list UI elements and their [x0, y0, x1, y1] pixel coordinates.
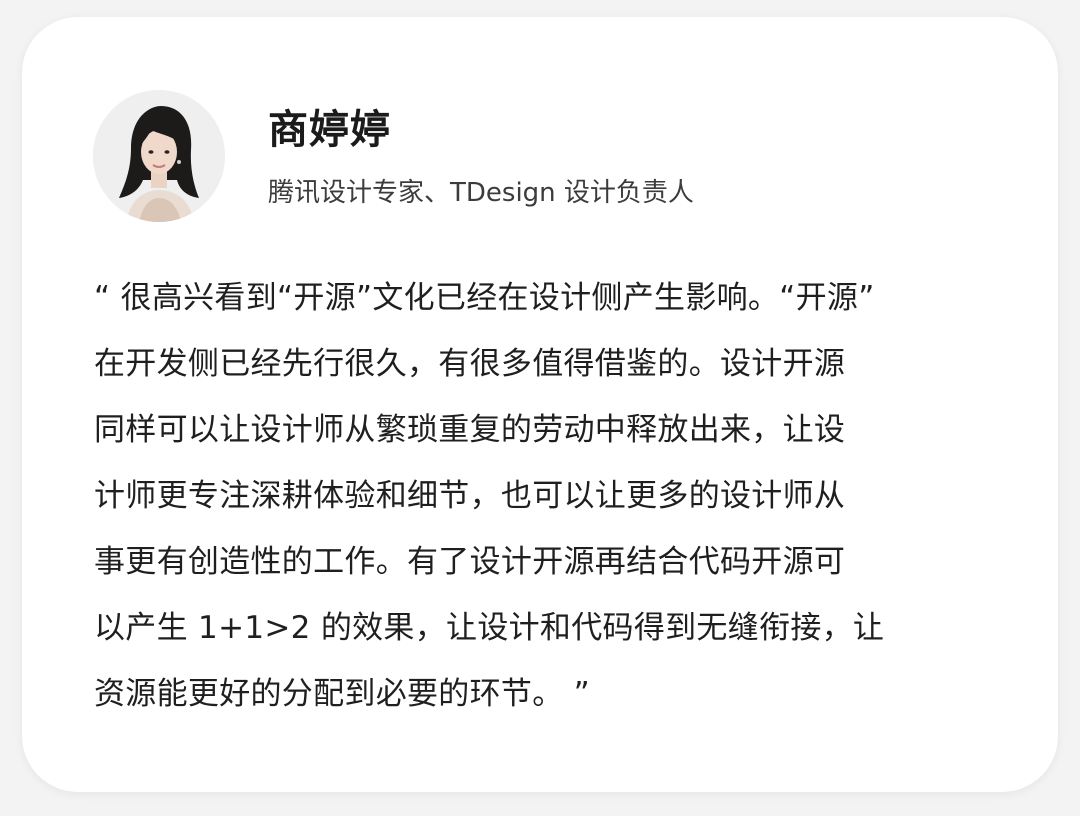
person-title: 腾讯设计专家、TDesign 设计负责人	[268, 178, 694, 208]
avatar-portrait-image	[93, 90, 225, 222]
testimonial-card: 商婷婷 腾讯设计专家、TDesign 设计负责人 “ 很高兴看到“开源”文化已经…	[22, 17, 1058, 792]
person-name: 商婷婷	[268, 107, 391, 153]
testimonial-quote: “ 很高兴看到“开源”文化已经在设计侧产生影响。“开源” 在开发侧已经先行很久，…	[94, 280, 885, 712]
avatar	[93, 90, 225, 222]
